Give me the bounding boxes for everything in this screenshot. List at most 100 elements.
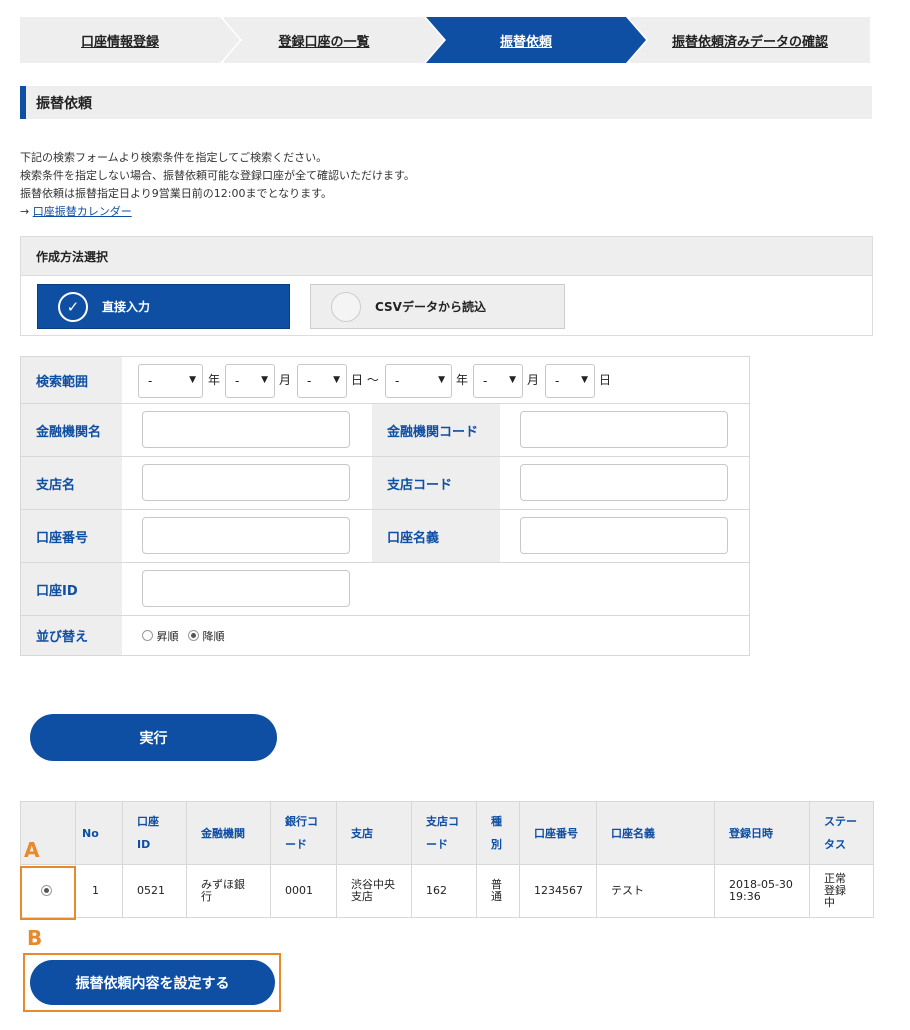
step-label: 口座情報登録 — [80, 34, 159, 50]
description: 下記の検索フォームより検索条件を指定してご検索ください。 検索条件を指定しない場… — [20, 149, 415, 221]
search-form: 検索範囲 - ▼ 年 - ▼ 月 - ▼ 日 ～ - ▼ 年 - ▼ 月 - ▼ 日 金融機… — [20, 356, 750, 656]
execute-button[interactable]: 実行 — [30, 714, 277, 761]
bank-name-input[interactable] — [142, 411, 350, 448]
cell-bank-code: 0001 — [270, 864, 337, 918]
from-day-select[interactable]: - ▼ — [297, 364, 347, 398]
unchecked-circle-icon — [331, 291, 361, 322]
branch-name-input[interactable] — [142, 464, 350, 501]
header-status: ステー タス — [809, 801, 874, 865]
chevron-down-icon: ▼ — [509, 375, 516, 385]
step-label: 登録口座の一覧 — [278, 34, 370, 50]
account-id-label: 口座ID — [21, 563, 122, 615]
to-year-select[interactable]: - ▼ — [385, 364, 452, 398]
bank-code-label: 金融機関コード — [372, 404, 500, 456]
step-transfer-request[interactable]: 振替依頼 — [426, 17, 648, 63]
step-progress: 口座情報登録 登録口座の一覧 振替依頼 振替依頼済みデータの確認 — [20, 17, 870, 63]
results-table: No 口座 ID 金融機関 銀行コ ード 支店 支店コ ード 種別 口座番号 口座名義… — [20, 801, 874, 918]
cell-branch: 渋谷中央 支店 — [336, 864, 412, 918]
method-selection-panel: 作成方法選択 ✓ 直接入力 CSVデータから読込 — [20, 236, 873, 336]
sort-asc-radio[interactable] — [142, 630, 153, 641]
step-account-registration[interactable]: 口座情報登録 — [20, 17, 242, 63]
from-year-select[interactable]: - ▼ — [138, 364, 203, 398]
sort-desc-label: 降順 — [202, 630, 225, 643]
chevron-down-icon: ▼ — [581, 375, 588, 385]
sort-label: 並び替え — [21, 616, 122, 655]
arrow-icon: → — [20, 205, 30, 218]
cell-bank: みずほ銀行 — [186, 864, 271, 918]
month-unit: 月 — [527, 373, 540, 387]
cell-registered: 2018-05-30 19:36 — [714, 864, 810, 918]
calendar-link[interactable]: 口座振替カレンダー — [33, 205, 132, 218]
to-month-select[interactable]: - ▼ — [473, 364, 523, 398]
marker-a: A — [24, 838, 40, 862]
header-account-number: 口座番号 — [519, 801, 597, 865]
header-type: 種別 — [476, 801, 520, 865]
step-account-list[interactable]: 登録口座の一覧 — [224, 17, 446, 63]
description-line: 検索条件を指定しない場合、振替依頼可能な登録口座が全て確認いただけます。 — [20, 169, 415, 182]
account-number-input[interactable] — [142, 517, 350, 554]
branch-code-input[interactable] — [520, 464, 728, 501]
account-id-input[interactable] — [142, 570, 350, 607]
direct-input-button[interactable]: ✓ 直接入力 — [37, 284, 290, 329]
sort-row: 並び替え 昇順 降順 — [21, 616, 749, 655]
cell-account-number: 1234567 — [519, 864, 597, 918]
branch-name-label: 支店名 — [21, 457, 122, 509]
day-unit: 日 — [599, 373, 612, 387]
header-bank: 金融機関 — [186, 801, 271, 865]
header-registered: 登録日時 — [714, 801, 810, 865]
header-bank-code: 銀行コ ード — [270, 801, 337, 865]
step-confirm-requested-data[interactable]: 振替依頼済みデータの確認 — [630, 17, 870, 63]
table-header-row: No 口座 ID 金融機関 銀行コ ード 支店 支店コ ード 種別 口座番号 口座名義… — [20, 801, 874, 865]
csv-import-label: CSVデータから読込 — [375, 300, 486, 314]
month-unit: 月 — [279, 373, 292, 387]
sort-options: 昇順 降順 — [142, 628, 225, 644]
step-label: 振替依頼 — [499, 34, 552, 50]
csv-import-button[interactable]: CSVデータから読込 — [310, 284, 565, 329]
account-holder-input[interactable] — [520, 517, 728, 554]
chevron-down-icon: ▼ — [333, 375, 340, 385]
day-tilde-unit: 日 ～ — [351, 373, 379, 387]
description-line: 振替依頼は振替指定日より9営業日前の12:00までとなります。 — [20, 187, 333, 200]
year-unit: 年 — [208, 373, 221, 387]
check-icon: ✓ — [58, 291, 88, 322]
description-line: 下記の検索フォームより検索条件を指定してご検索ください。 — [20, 151, 328, 164]
bank-name-label: 金融機関名 — [21, 404, 122, 456]
bank-code-input[interactable] — [520, 411, 728, 448]
cell-type: 普通 — [476, 864, 520, 918]
cell-account-id: 0521 — [122, 864, 187, 918]
header-branch: 支店 — [336, 801, 412, 865]
method-selection-title: 作成方法選択 — [21, 237, 872, 276]
set-transfer-request-button[interactable]: 振替依頼内容を設定する — [30, 960, 275, 1005]
search-range-row: 検索範囲 - ▼ 年 - ▼ 月 - ▼ 日 ～ - ▼ 年 - ▼ 月 - ▼ 日 — [21, 357, 749, 404]
account-number-label: 口座番号 — [21, 510, 122, 562]
chevron-down-icon: ▼ — [438, 375, 445, 385]
header-account-id: 口座 ID — [122, 801, 187, 865]
direct-input-label: 直接入力 — [102, 300, 151, 314]
cell-holder: テスト — [596, 864, 715, 918]
calendar-link-row: → 口座振替カレンダー — [20, 203, 415, 221]
account-holder-label: 口座名義 — [372, 510, 500, 562]
sort-desc-radio[interactable] — [188, 630, 199, 641]
account-row: 口座番号 口座名義 — [21, 510, 749, 563]
highlight-a-box — [20, 866, 76, 920]
branch-row: 支店名 支店コード — [21, 457, 749, 510]
search-range-label: 検索範囲 — [21, 357, 122, 403]
header-holder: 口座名義 — [596, 801, 715, 865]
account-id-row: 口座ID — [21, 563, 749, 616]
cell-no: 1 — [75, 864, 123, 918]
from-month-select[interactable]: - ▼ — [225, 364, 275, 398]
year-unit: 年 — [456, 373, 469, 387]
to-day-select[interactable]: - ▼ — [545, 364, 595, 398]
branch-code-label: 支店コード — [372, 457, 500, 509]
section-title: 振替依頼 — [20, 86, 872, 119]
table-row[interactable]: 1 0521 みずほ銀行 0001 渋谷中央 支店 162 普通 1234567 … — [20, 864, 874, 918]
cell-status: 正常 登録中 — [809, 864, 874, 918]
header-branch-code: 支店コ ード — [411, 801, 477, 865]
chevron-down-icon: ▼ — [261, 375, 268, 385]
sort-asc-label: 昇順 — [156, 630, 179, 643]
step-label: 振替依頼済みデータの確認 — [671, 34, 828, 50]
marker-b: B — [27, 926, 43, 950]
bank-row: 金融機関名 金融機関コード — [21, 404, 749, 457]
chevron-down-icon: ▼ — [189, 375, 196, 385]
header-no: No — [75, 801, 123, 865]
